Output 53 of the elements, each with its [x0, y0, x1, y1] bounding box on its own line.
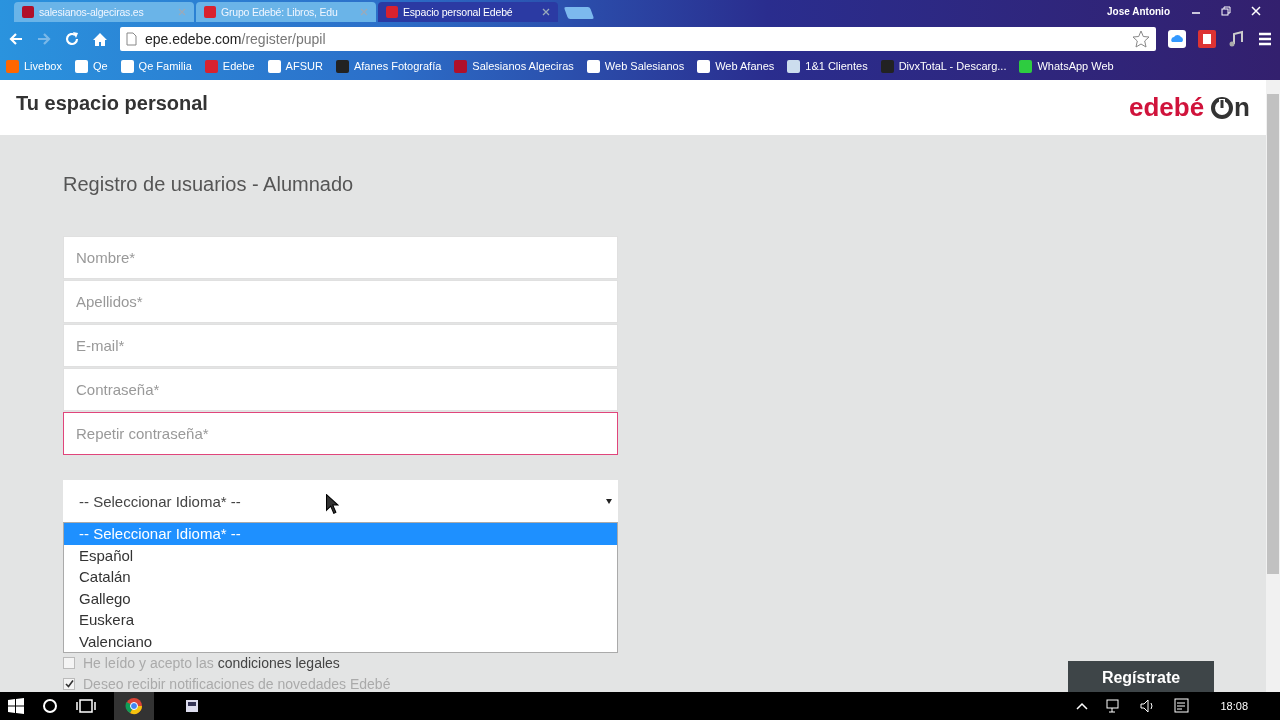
clock[interactable]: 18:08	[1220, 700, 1248, 712]
notification-icon[interactable]	[1174, 698, 1191, 714]
scrollbar-thumb[interactable]	[1267, 94, 1279, 574]
new-tab-button[interactable]	[563, 7, 595, 19]
bookmark[interactable]: DivxTotaL - Descarg...	[880, 59, 1007, 73]
bookmark[interactable]: WhatsApp Web	[1019, 59, 1114, 73]
profile-button[interactable]: Jose Antonio	[1097, 5, 1180, 17]
bookmark[interactable]: Web Afanes	[697, 59, 775, 73]
search-icon[interactable]	[42, 698, 58, 714]
logo: edebé n	[1128, 92, 1250, 123]
register-button[interactable]: Regístrate	[1068, 661, 1214, 692]
input-field[interactable]: Repetir contraseña*	[63, 412, 618, 455]
checkbox[interactable]	[63, 656, 75, 669]
language-select[interactable]: -- Seleccionar Idioma* --	[63, 480, 618, 522]
bookmark[interactable]: Qe Familia	[120, 59, 192, 73]
extension-icon[interactable]	[1198, 30, 1216, 48]
menu-icon[interactable]	[1258, 32, 1272, 46]
cursor-icon	[326, 494, 339, 514]
bookmark[interactable]: Qe	[74, 59, 108, 73]
back-icon[interactable]	[8, 31, 24, 47]
bookmark[interactable]: Web Salesianos	[586, 59, 685, 73]
checkbox[interactable]	[63, 677, 75, 690]
bookmark[interactable]: Salesianos Algeciras	[454, 59, 574, 73]
dropdown-option[interactable]: Gallego	[64, 587, 617, 609]
browser-icon	[125, 697, 143, 715]
dropdown-option[interactable]: Valenciano	[64, 630, 617, 652]
music-icon[interactable]	[1228, 30, 1246, 48]
taskbar-button[interactable]	[114, 692, 154, 720]
window-icon	[184, 698, 200, 714]
windows-icon[interactable]	[8, 698, 24, 714]
bookmark[interactable]: AFSUR	[267, 59, 323, 73]
bookmark[interactable]: Edebe	[204, 59, 255, 73]
chevron-up-icon[interactable]	[1076, 702, 1089, 710]
dropdown-option[interactable]: Catalán	[64, 566, 617, 588]
restore-icon[interactable]	[1220, 5, 1232, 17]
form-heading: Registro de usuarios - Alumnado	[63, 173, 355, 196]
dropdown-option[interactable]: Euskera	[64, 609, 617, 631]
home-icon[interactable]	[92, 31, 108, 47]
page-title: Tu espacio personal	[16, 92, 208, 115]
checkbox-label: He leído y acepto las condiciones legales	[83, 654, 340, 671]
dropdown-option[interactable]: Español	[64, 544, 617, 566]
star-icon[interactable]	[1132, 30, 1150, 48]
reload-icon[interactable]	[64, 31, 80, 47]
caret-icon	[606, 498, 612, 504]
browser-tab[interactable]: Espacio personal Edebé	[378, 2, 558, 22]
bookmark[interactable]: Afanes Fotografía	[335, 59, 442, 73]
checkbox-label: Deseo recibir notificaciones de novedades Edebé	[83, 675, 391, 692]
page-icon	[126, 32, 137, 46]
bookmark[interactable]: 1&1 Clientes	[787, 59, 868, 73]
address-bar[interactable]: epe.edebe.com/register/pupil	[120, 27, 1156, 51]
scrollbar[interactable]	[1266, 80, 1280, 692]
cloud-icon[interactable]	[1168, 30, 1186, 48]
task-view-icon[interactable]	[76, 698, 96, 714]
